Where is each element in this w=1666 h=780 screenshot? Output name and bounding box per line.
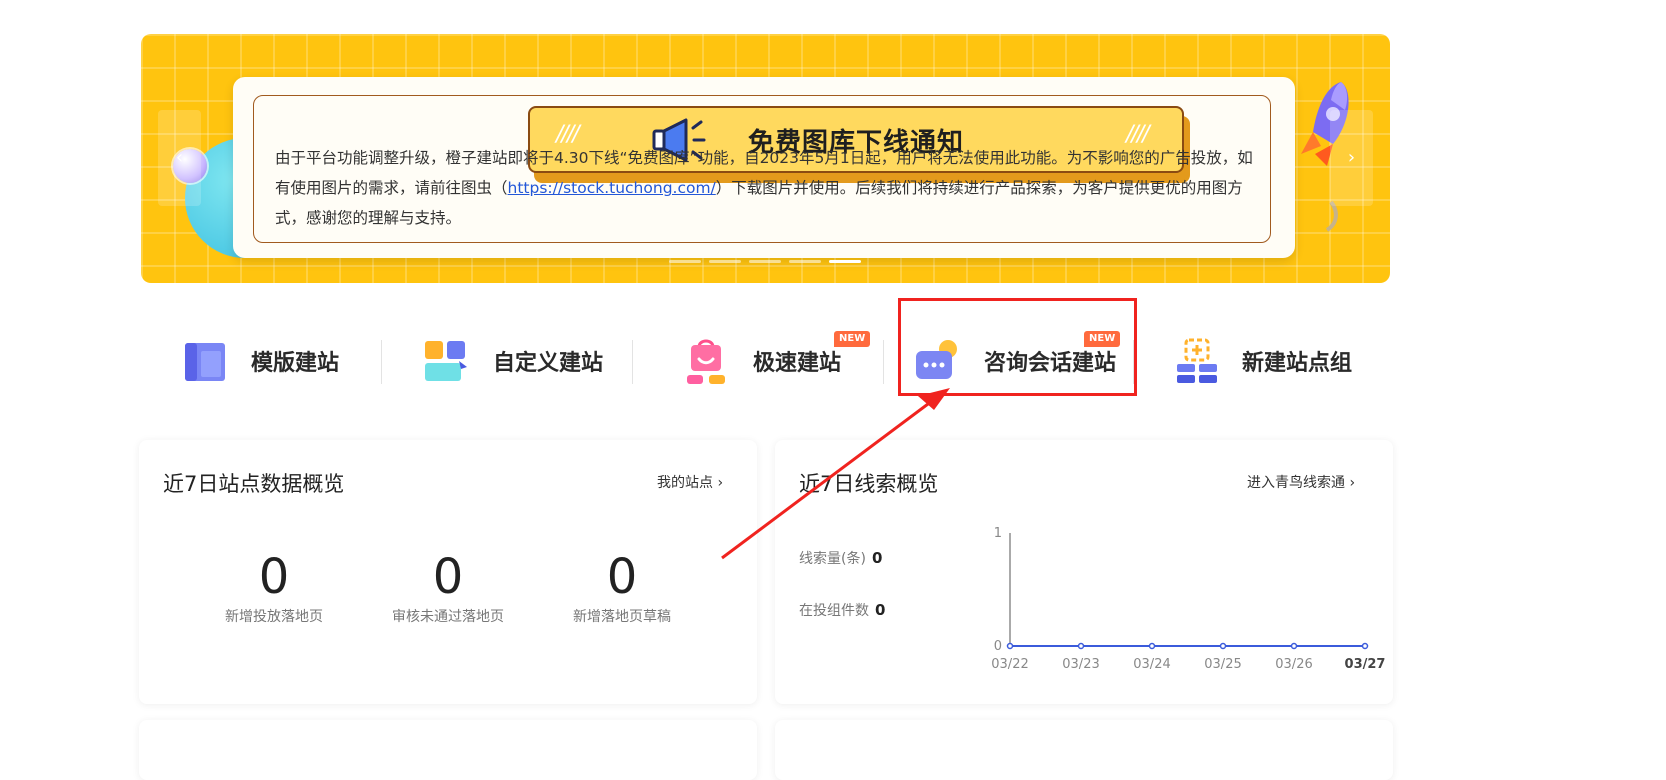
component-count-row: 在投组件数 0 bbox=[799, 600, 885, 620]
bottom-card-right bbox=[775, 720, 1393, 780]
carousel-dot[interactable] bbox=[709, 260, 741, 263]
tuchong-link[interactable]: https://stock.tuchong.com/ bbox=[508, 179, 716, 197]
stat-value: 0 bbox=[258, 549, 290, 605]
carousel-dot[interactable] bbox=[829, 260, 861, 263]
data-point bbox=[1361, 642, 1369, 650]
stat-label: 新增落地页草稿 bbox=[573, 609, 671, 625]
feature-custom-site[interactable]: 自定义建站 bbox=[423, 330, 603, 392]
fast-site-icon bbox=[687, 339, 725, 384]
x-tick-label: 03/23 bbox=[1062, 657, 1099, 672]
data-point bbox=[1219, 642, 1227, 650]
leads-overview-card: 近7日线索概览 进入青鸟线索通 › 线索量(条) 0 在投组件数 0 0 1 03/22… bbox=[775, 440, 1393, 704]
feature-label: 新建站点组 bbox=[1242, 351, 1353, 376]
x-tick-label: 03/25 bbox=[1204, 657, 1241, 672]
carousel-dot[interactable] bbox=[749, 260, 781, 263]
new-badge: NEW bbox=[834, 331, 871, 347]
stat-label: 审核未通过落地页 bbox=[392, 609, 504, 625]
my-sites-link[interactable]: 我的站点 › bbox=[657, 472, 723, 492]
bottom-card-left bbox=[139, 720, 757, 780]
lead-count-label: 线索量(条) bbox=[799, 551, 866, 567]
card-title: 近7日线索概览 bbox=[799, 472, 939, 496]
leads-line-chart: 0 1 03/22 03/23 03/24 03/25 03/26 03/27 bbox=[991, 526, 1386, 672]
announcement-banner: ‹ › //// 免费图库下线通知 //// 由于平台功能调整升级，橙子建站即将… bbox=[141, 34, 1390, 283]
feature-site-group[interactable]: 新建站点组 bbox=[1176, 330, 1352, 392]
site-group-icon bbox=[1177, 338, 1217, 383]
notice-body: 由于平台功能调整升级，橙子建站即将于4.30下线“免费图库”功能，自2023年5… bbox=[275, 143, 1260, 233]
stat-new-drafts: 0 新增落地页草稿 bbox=[537, 550, 707, 626]
divider bbox=[381, 340, 382, 384]
feature-fast-site[interactable]: 极速建站 bbox=[685, 330, 841, 392]
feature-label: 模版建站 bbox=[251, 351, 340, 376]
data-point bbox=[1006, 642, 1014, 650]
stat-rejected-landing-pages: 0 审核未通过落地页 bbox=[363, 550, 533, 626]
x-tick-label: 03/27 bbox=[1345, 657, 1386, 672]
stat-value: 0 bbox=[606, 549, 638, 605]
data-point bbox=[1148, 642, 1156, 650]
divider bbox=[632, 340, 633, 384]
lead-count-row: 线索量(条) 0 bbox=[799, 548, 882, 568]
component-count-value: 0 bbox=[875, 601, 886, 619]
banner-next-button[interactable]: › bbox=[1330, 110, 1373, 206]
banner-prev-button[interactable]: ‹ bbox=[158, 110, 201, 206]
qingniao-link[interactable]: 进入青鸟线索通 › bbox=[1247, 472, 1355, 492]
x-tick-label: 03/24 bbox=[1133, 657, 1170, 672]
feature-label: 自定义建站 bbox=[493, 351, 604, 376]
divider bbox=[883, 340, 884, 384]
lead-count-value: 0 bbox=[871, 549, 883, 567]
template-site-icon bbox=[185, 343, 225, 381]
stat-value: 0 bbox=[432, 549, 464, 605]
component-count-label: 在投组件数 bbox=[799, 603, 869, 619]
x-tick-label: 03/26 bbox=[1275, 657, 1312, 672]
data-point bbox=[1290, 642, 1298, 650]
feature-label: 极速建站 bbox=[753, 351, 842, 376]
data-point bbox=[1077, 642, 1085, 650]
site-overview-card: 近7日站点数据概览 我的站点 › 0 新增投放落地页 0 审核未通过落地页 0 … bbox=[139, 440, 757, 704]
highlight-box bbox=[898, 298, 1137, 396]
stat-new-landing-pages: 0 新增投放落地页 bbox=[189, 550, 359, 626]
y-tick-label: 0 bbox=[994, 639, 1002, 654]
x-tick-label: 03/22 bbox=[991, 657, 1028, 672]
carousel-dot[interactable] bbox=[669, 260, 701, 263]
feature-template-site[interactable]: 模版建站 bbox=[183, 330, 339, 392]
notice-card: //// 免费图库下线通知 //// 由于平台功能调整升级，橙子建站即将于4.3… bbox=[233, 77, 1295, 258]
carousel-dots bbox=[669, 260, 861, 263]
carousel-dot[interactable] bbox=[789, 260, 821, 263]
y-tick-label: 1 bbox=[994, 526, 1002, 541]
card-title: 近7日站点数据概览 bbox=[163, 472, 345, 496]
stat-label: 新增投放落地页 bbox=[225, 609, 323, 625]
custom-site-icon bbox=[425, 341, 467, 381]
